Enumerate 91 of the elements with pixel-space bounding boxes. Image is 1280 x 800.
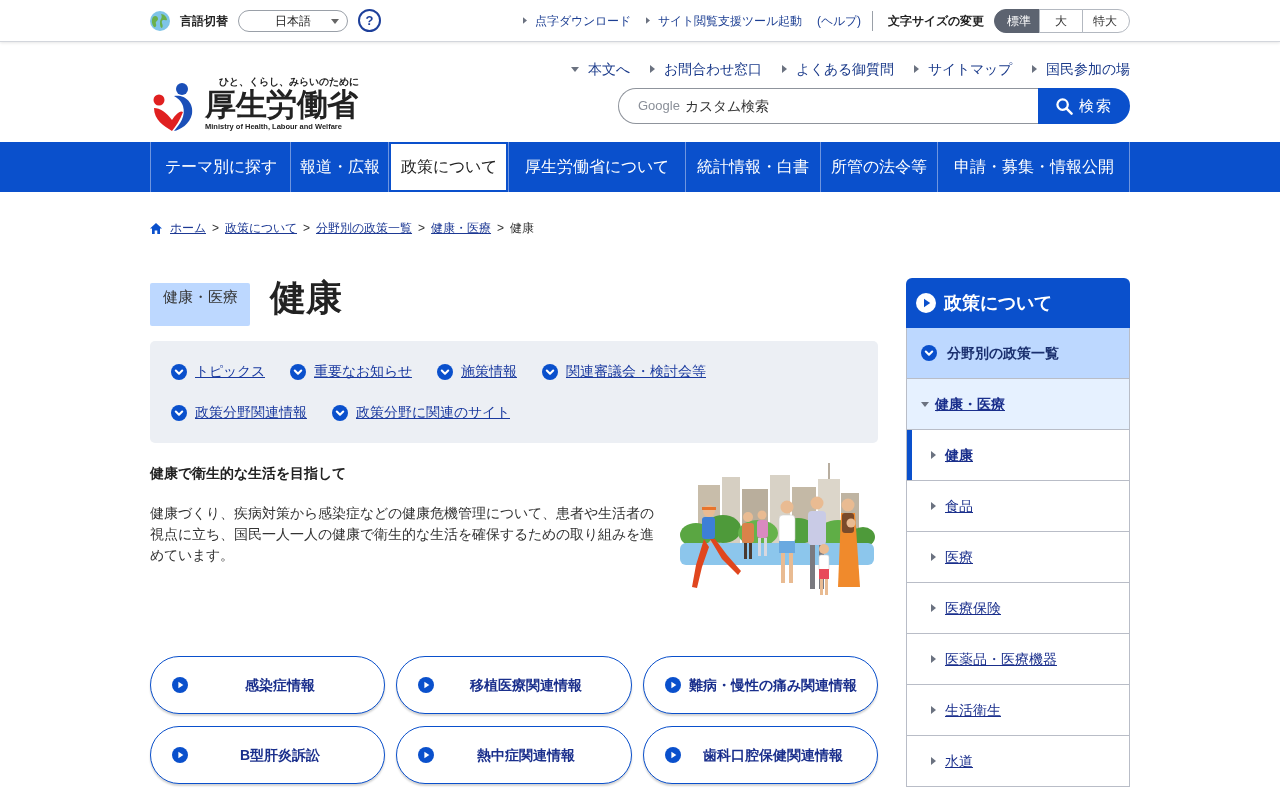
caret-icon [331,18,339,24]
home-icon [150,222,162,234]
topic-link[interactable]: トピックス [171,361,265,382]
triangle-icon [931,553,936,561]
play-circle-icon [916,293,936,313]
intro-heading: 健康で衛生的な生活を目指して [150,464,347,483]
triangle-icon [650,65,655,73]
intro-text: 健康づくり、疾病対策から感染症などの健康危機管理について、患者や生活者の視点に立ち、国民一人一人の健康で衛生的な生活を確保するための取り組みを進めています。 [150,504,655,565]
nav-tab[interactable]: 厚生労働省について [509,142,686,192]
sidebar-link[interactable]: 医薬品・医療機器 [906,634,1130,685]
page-title: 健康 [270,280,342,320]
logo-tagline: ひと、くらし、みらいのために [218,76,359,87]
language-select[interactable]: 日本語 [238,9,348,32]
topic-link[interactable]: 政策分野に関連のサイト [332,402,510,423]
play-circle-icon [418,677,435,693]
triangle-icon [523,17,527,24]
help-link[interactable]: (ヘルプ) [817,11,861,30]
logo-name: 厚生労働省 [205,87,358,122]
support-link[interactable]: 点字ダウンロード [523,11,631,30]
topic-link[interactable]: 施策情報 [437,361,517,382]
triangle-icon [1032,65,1037,73]
globe-icon [150,10,170,31]
sidebar-title: 政策について [944,291,1052,315]
triangle-icon [571,66,579,72]
link-button[interactable]: B型肝炎訴訟 [150,726,386,784]
link-button[interactable]: 感染症情報 [150,656,386,714]
utility-link[interactable]: お問合わせ窓口 [650,58,762,80]
triangle-icon [782,65,787,73]
play-circle-icon [418,747,435,763]
breadcrumb-separator: > [212,220,219,236]
triangle-icon [931,757,936,765]
nav-tab[interactable]: 統計情報・白書 [686,142,821,192]
category-label: 健康・医療 [150,283,250,326]
breadcrumb-link[interactable]: 分野別の政策一覧 [316,220,413,236]
triangle-icon [914,65,919,73]
breadcrumb-separator: > [303,220,311,236]
breadcrumb-link[interactable]: 政策について [225,220,297,236]
triangle-icon [931,706,936,714]
utility-link[interactable]: 国民参加の場 [1032,58,1130,80]
play-circle-icon [172,677,188,693]
chevron-down-circle-icon [290,363,306,380]
topic-link[interactable]: 重要なお知らせ [290,361,412,382]
breadcrumb-current: 健康 [510,220,535,236]
triangle-icon [931,604,936,612]
sidebar-link[interactable]: 医療保険 [906,583,1130,634]
link-button[interactable]: 熱中症関連情報 [396,726,632,784]
chevron-down-circle-icon [437,363,453,380]
font-size-option[interactable]: 標準 [994,8,1040,33]
play-circle-icon [664,747,681,763]
play-circle-icon [664,677,681,693]
nav-tab[interactable]: 申請・募集・情報公開 [938,142,1130,192]
help-button[interactable]: ? [358,9,381,32]
font-size-label: 文字サイズの変更 [888,12,984,30]
utility-link[interactable]: よくある御質問 [782,58,894,80]
search-icon [1055,97,1073,115]
breadcrumb-link[interactable]: ホーム [170,220,206,236]
breadcrumb-separator: > [418,220,426,236]
link-button[interactable]: 歯科口腔保健関連情報 [642,726,878,784]
sidebar-link[interactable]: 医療 [906,532,1130,583]
utility-link[interactable]: 本文へ [571,58,630,80]
chevron-down-circle-icon [171,404,187,421]
language-label: 言語切替 [180,12,228,30]
triangle-icon [931,502,936,510]
nav-tab[interactable]: テーマ別に探す [151,142,291,192]
triangle-icon [646,17,650,24]
utility-link[interactable]: サイトマップ [914,58,1012,80]
triangle-icon [931,451,936,459]
sidebar-link[interactable]: 健康 [906,430,1130,481]
sidebar-section[interactable]: 分野別の政策一覧 [906,328,1130,379]
search-brand-label: Google [638,98,680,114]
breadcrumb-link[interactable]: 健康・医療 [431,220,492,236]
play-circle-icon [172,747,188,763]
support-link[interactable]: サイト閲覧支援ツール起動 [646,11,802,30]
font-size-option[interactable]: 大 [1039,8,1083,33]
sidebar-category[interactable]: 健康・医療 [906,379,1130,430]
chevron-down-circle-icon [542,363,558,380]
sidebar-link[interactable]: 食品 [906,481,1130,532]
nav-tab[interactable]: 政策について [389,142,509,192]
sidebar-link[interactable]: 水道 [906,736,1130,787]
topic-link[interactable]: 関連審議会・検討会等 [542,361,706,382]
link-button[interactable]: 移植医療関連情報 [396,656,632,714]
breadcrumb-separator: > [497,220,505,236]
font-size-option[interactable]: 特大 [1082,8,1130,33]
chevron-down-circle-icon [332,404,348,421]
search-button[interactable]: 検索 [1038,88,1130,124]
topic-link[interactable]: 政策分野関連情報 [171,402,307,423]
link-button[interactable]: 難病・慢性の痛み関連情報 [642,656,878,714]
chevron-down-circle-icon [171,363,187,380]
triangle-icon [931,655,936,663]
sidebar-link[interactable]: 生活衛生 [906,685,1130,736]
nav-tab[interactable]: 所管の法令等 [821,142,938,192]
